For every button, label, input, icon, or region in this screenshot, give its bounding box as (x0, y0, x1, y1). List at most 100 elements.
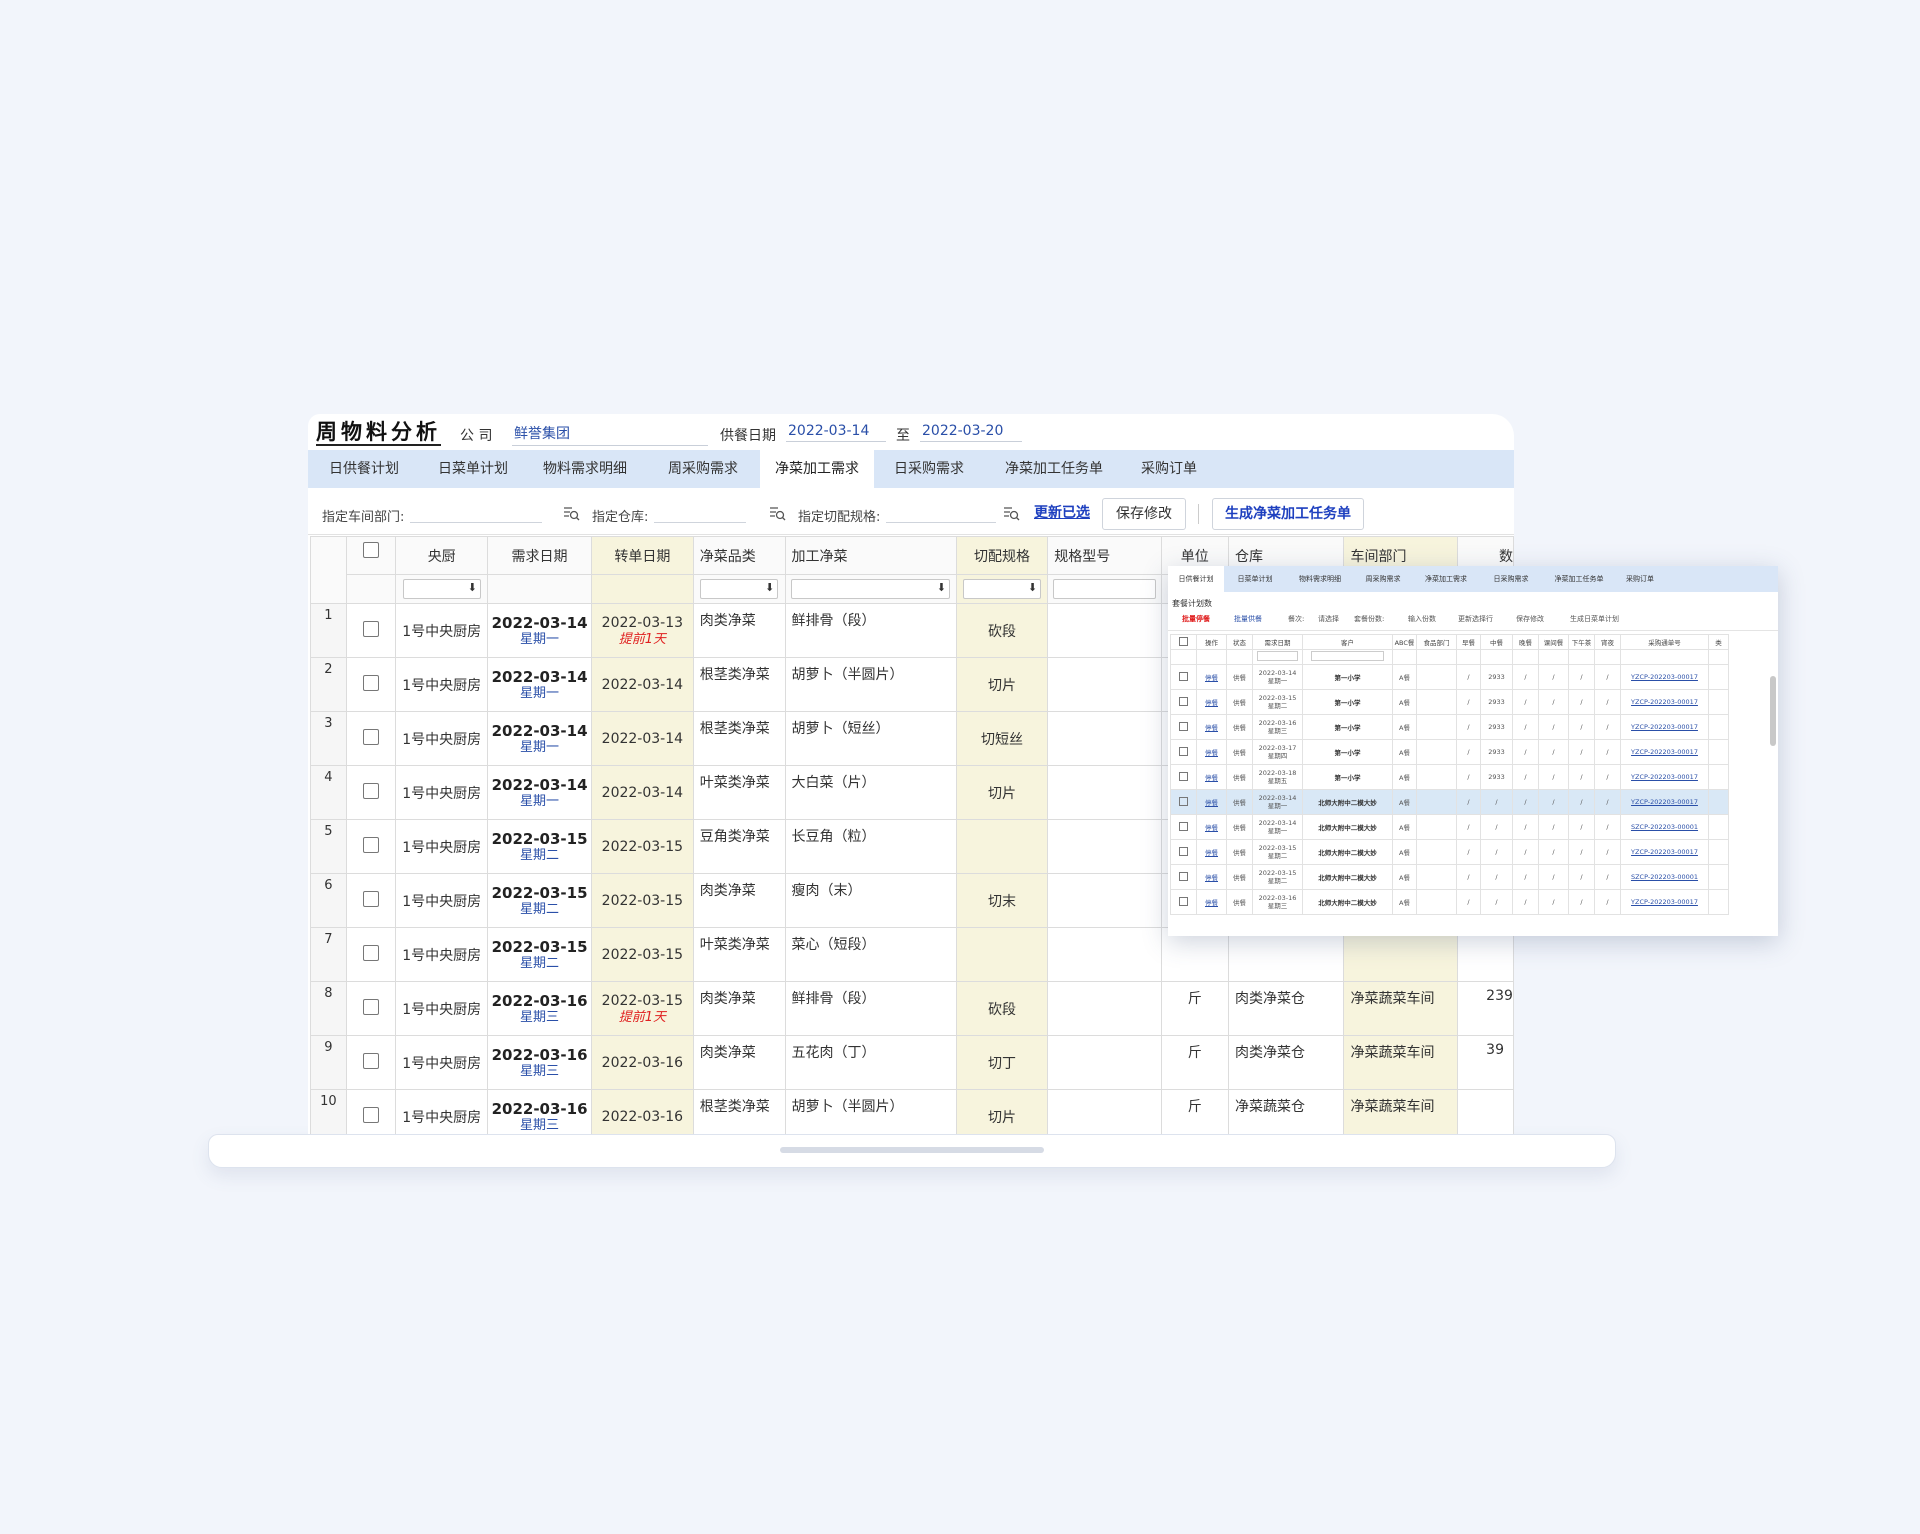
model-cell[interactable] (1047, 819, 1162, 874)
overlay-row-checkbox[interactable] (1170, 889, 1197, 915)
spec-cell[interactable]: 砍段 (955, 981, 1049, 1036)
table-row[interactable]: 9 1号中央厨房 2022-03-16 星期三 2022-03-16 肉类净菜 五花肉（丁）… (310, 1035, 1514, 1090)
overlay-op-text[interactable]: 停餐 (1205, 774, 1218, 782)
item-filter[interactable]: ⬇ (784, 574, 957, 604)
overlay-op-text[interactable]: 停餐 (1205, 874, 1218, 882)
overlay-order-link[interactable]: SZCP-202203-00001 (1620, 864, 1709, 890)
filter-search-icon[interactable] (562, 504, 580, 522)
overlay-row[interactable]: 停餐 供餐 2022-03-17 星期四 第一小学 A餐/2933// / / YZCP-202… (1170, 739, 1729, 765)
overlay-op-text[interactable]: 停餐 (1205, 724, 1218, 732)
spec-cell[interactable] (955, 819, 1049, 874)
overlay-row-checkbox[interactable] (1170, 864, 1197, 890)
overlay-row-checkbox[interactable] (1170, 839, 1197, 865)
overlay-order-link[interactable]: YZCP-202203-00017 (1620, 764, 1709, 790)
row-checkbox[interactable] (345, 603, 397, 658)
overlay-order-text[interactable]: YZCP-202203-00017 (1631, 848, 1698, 856)
overlay-order-link[interactable]: YZCP-202203-00017 (1620, 739, 1709, 765)
overlay-order-text[interactable]: YZCP-202203-00017 (1631, 673, 1698, 681)
overlay-op-text[interactable]: 停餐 (1205, 699, 1218, 707)
overlay-row[interactable]: 停餐 供餐 2022-03-14 星期一 北师大附中二模大妙 A餐 / / / / / / SZCP-2… (1170, 814, 1729, 840)
spec-cell[interactable]: 切丁 (955, 1035, 1049, 1090)
overlay-row-checkbox[interactable] (1170, 739, 1197, 765)
overlay-order-link[interactable]: SZCP-202203-00001 (1620, 814, 1709, 840)
overlay-op-link[interactable]: 停餐 (1196, 714, 1227, 740)
tab-1[interactable]: 日供餐计划 (308, 450, 420, 488)
tab-6[interactable]: 日采购需求 (874, 450, 984, 488)
spec-cell[interactable]: 切片 (955, 657, 1049, 712)
overlay-op-text[interactable]: 停餐 (1205, 674, 1218, 682)
model-cell[interactable] (1047, 1089, 1162, 1134)
overlay-order-link[interactable]: YZCP-202203-00017 (1620, 789, 1709, 815)
overlay-row-checkbox[interactable] (1170, 664, 1197, 690)
overlay-op-link[interactable]: 停餐 (1196, 739, 1227, 765)
overlay-op-text[interactable]: 停餐 (1205, 849, 1218, 857)
overlay-toolbar-item[interactable]: 餐次: (1288, 614, 1304, 624)
model-cell[interactable] (1047, 1035, 1162, 1090)
model-cell[interactable] (1047, 765, 1162, 820)
overlay-row[interactable]: 停餐 供餐 2022-03-15 星期二 第一小学 A餐/2933// / / YZCP-202… (1170, 689, 1729, 715)
overlay-filter[interactable] (1302, 649, 1393, 665)
spec-filter-input[interactable] (886, 522, 996, 523)
overlay-row-checkbox[interactable] (1170, 689, 1197, 715)
overlay-order-text[interactable]: YZCP-202203-00017 (1631, 898, 1698, 906)
overlay-order-link[interactable]: YZCP-202203-00017 (1620, 889, 1709, 915)
date-to-field[interactable]: 2022-03-20 (920, 423, 1022, 442)
overlay-tab[interactable]: 日采购需求 (1480, 566, 1542, 592)
row-checkbox[interactable] (345, 1035, 397, 1090)
model-cell[interactable] (1047, 711, 1162, 766)
overlay-op-link[interactable]: 停餐 (1196, 764, 1227, 790)
overlay-op-link[interactable]: 停餐 (1196, 889, 1227, 915)
overlay-order-text[interactable]: YZCP-202203-00017 (1631, 798, 1698, 806)
row-checkbox[interactable] (345, 765, 397, 820)
overlay-tab[interactable]: 周采购需求 (1354, 566, 1412, 592)
overlay-toolbar-item[interactable]: 批量供餐 (1234, 614, 1262, 624)
overlay-row[interactable]: 停餐 供餐 2022-03-15 星期二 北师大附中二模大妙 A餐 / / / / / / SZCP-2… (1170, 864, 1729, 890)
row-checkbox[interactable] (345, 1089, 397, 1134)
overlay-select-all[interactable] (1170, 634, 1197, 650)
overlay-toolbar-item[interactable]: 输入份数 (1408, 614, 1436, 624)
overlay-order-text[interactable]: YZCP-202203-00017 (1631, 773, 1698, 781)
spec-cell[interactable]: 切末 (955, 873, 1049, 928)
overlay-tab[interactable]: 净菜加工需求 (1412, 566, 1480, 592)
tab-2[interactable]: 日菜单计划 (420, 450, 526, 488)
overlay-order-link[interactable]: YZCP-202203-00017 (1620, 664, 1709, 690)
overlay-toolbar-item[interactable]: 套餐份数: (1354, 614, 1384, 624)
overlay-toolbar-item[interactable]: 更新选择行 (1458, 614, 1493, 624)
overlay-op-link[interactable]: 停餐 (1196, 664, 1227, 690)
spec-cell[interactable] (955, 927, 1049, 982)
overlay-order-link[interactable]: YZCP-202203-00017 (1620, 714, 1709, 740)
company-field[interactable]: 鲜誉集团 (512, 423, 708, 446)
generate-task-button[interactable]: 生成净菜加工任务单 (1212, 498, 1364, 530)
overlay-order-text[interactable]: YZCP-202203-00017 (1631, 748, 1698, 756)
overlay-tab[interactable]: 日供餐计划 (1168, 566, 1224, 592)
overlay-order-text[interactable]: YZCP-202203-00017 (1631, 698, 1698, 706)
overlay-tab[interactable]: 净菜加工任务单 (1542, 566, 1616, 592)
date-from-field[interactable]: 2022-03-14 (786, 423, 886, 442)
tab-8[interactable]: 采购订单 (1124, 450, 1214, 488)
row-checkbox[interactable] (345, 657, 397, 712)
overlay-op-text[interactable]: 停餐 (1205, 824, 1218, 832)
select-all-checkbox[interactable] (345, 536, 397, 575)
filter-search-icon[interactable] (1002, 504, 1020, 522)
tab-7[interactable]: 净菜加工任务单 (986, 450, 1122, 488)
update-selected-link[interactable]: 更新已选 (1034, 502, 1090, 522)
overlay-tab[interactable]: 日菜单计划 (1224, 566, 1286, 592)
overlay-toolbar-item[interactable]: 生成日菜单计划 (1570, 614, 1619, 624)
overlay-row[interactable]: 停餐 供餐 2022-03-18 星期五 第一小学 A餐/2933// / / YZCP-202… (1170, 764, 1729, 790)
model-cell[interactable] (1047, 603, 1162, 658)
spec-filter[interactable]: ⬇ (955, 574, 1049, 604)
spec-cell[interactable]: 切片 (955, 765, 1049, 820)
table-row[interactable]: 8 1号中央厨房 2022-03-16 星期三 2022-03-15 提前1天 肉类净菜 鲜排… (310, 981, 1514, 1036)
tab-4[interactable]: 周采购需求 (650, 450, 756, 488)
dept-filter-input[interactable] (410, 522, 542, 523)
filter-search-icon[interactable] (768, 504, 786, 522)
overlay-scrollbar[interactable] (1770, 676, 1776, 746)
overlay-order-text[interactable]: SZCP-202203-00001 (1631, 823, 1698, 831)
overlay-order-link[interactable]: YZCP-202203-00017 (1620, 689, 1709, 715)
row-checkbox[interactable] (345, 981, 397, 1036)
overlay-op-link[interactable]: 停餐 (1196, 689, 1227, 715)
overlay-op-link[interactable]: 停餐 (1196, 839, 1227, 865)
overlay-op-text[interactable]: 停餐 (1205, 749, 1218, 757)
category-filter[interactable]: ⬇ (692, 574, 786, 604)
overlay-order-link[interactable]: YZCP-202203-00017 (1620, 839, 1709, 865)
